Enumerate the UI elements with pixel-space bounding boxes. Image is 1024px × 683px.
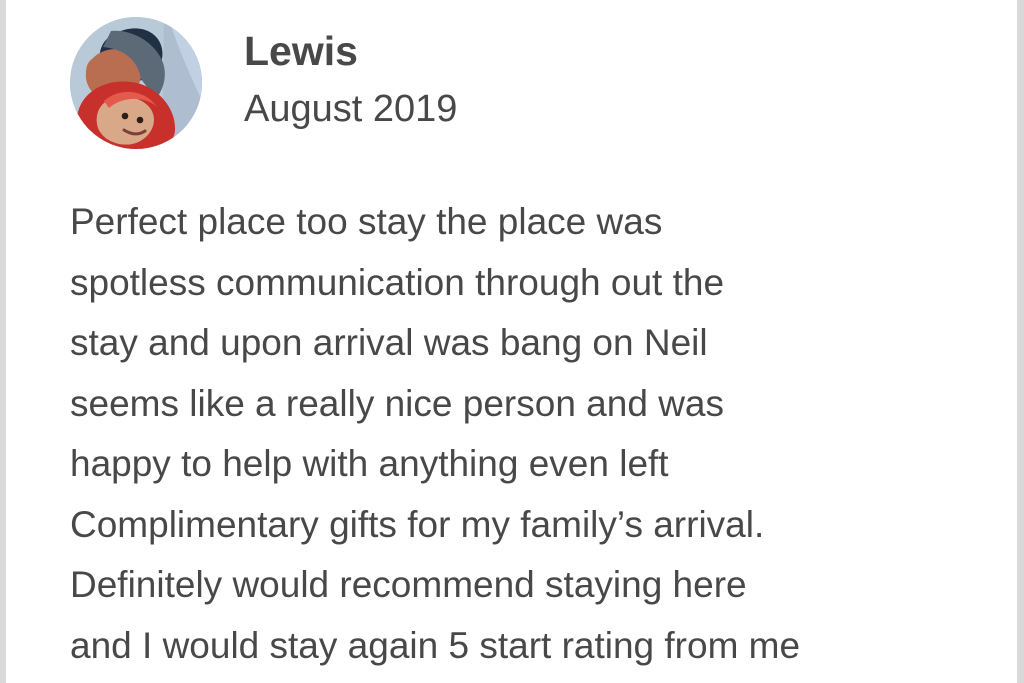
reviewer-avatar[interactable] [70,17,202,149]
review-card: Lewis August 2019 Perfect place too stay… [6,0,1017,683]
right-frame-border [1017,0,1024,683]
reviewer-name: Lewis [244,28,358,74]
review-date: August 2019 [244,88,458,130]
review-text: Perfect place too stay the place was spo… [70,201,801,666]
reviewer-avatar-photo-icon [70,17,202,149]
